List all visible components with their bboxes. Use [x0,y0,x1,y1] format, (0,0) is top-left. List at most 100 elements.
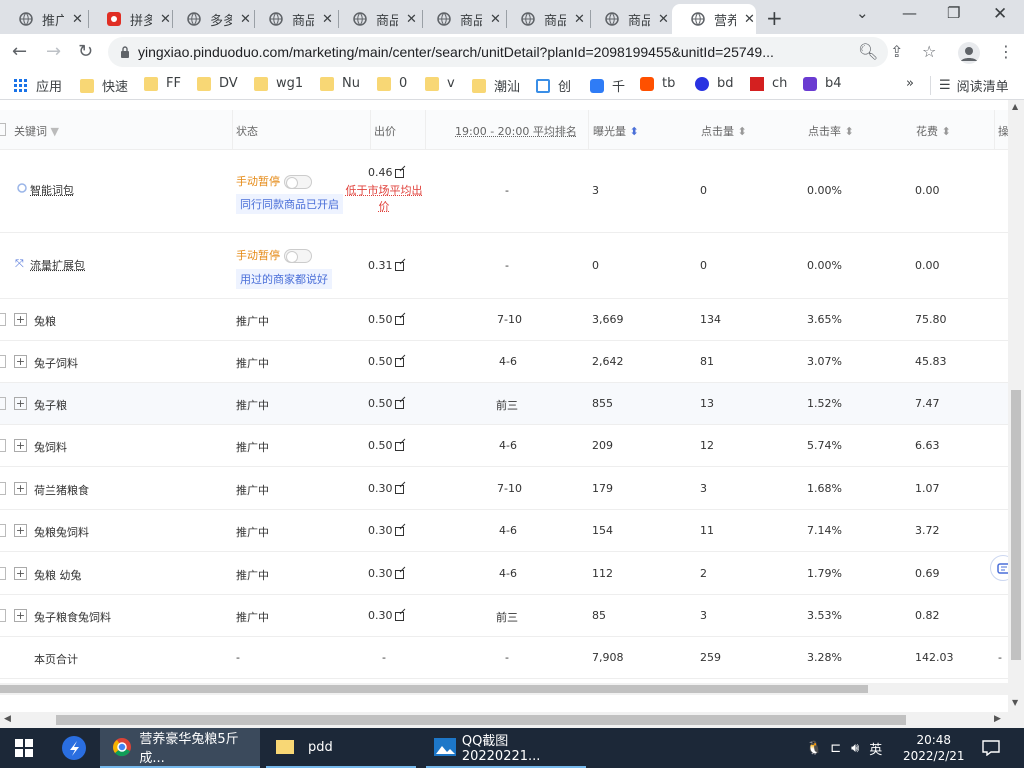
reading-list-button[interactable]: ☰ 阅读清单 [930,76,1009,95]
reload-button[interactable]: ↻ [78,41,93,62]
row-checkbox[interactable] [0,397,6,410]
status-toggle[interactable] [284,249,312,263]
browser-tab-4[interactable]: 商品 ✕ [250,4,334,34]
sort-icon[interactable]: ⬍ [738,125,747,138]
restore-button[interactable]: ❐ [947,4,960,22]
expand-button[interactable]: + [14,482,27,495]
back-button[interactable]: ← [12,41,27,62]
scroll-up-arrow-icon[interactable]: ▲ [1012,102,1018,111]
network-icon[interactable]: ⊏ [830,741,841,756]
header-cost[interactable]: 花费 ⬍ [916,123,951,139]
close-icon[interactable]: ✕ [72,12,83,27]
expand-button[interactable]: + [14,397,27,410]
row-checkbox[interactable] [0,439,6,452]
expand-button[interactable]: + [14,355,27,368]
edit-icon[interactable] [394,526,404,536]
bid-cell[interactable]: 0.46 [368,166,404,179]
row-checkbox[interactable] [0,313,6,326]
browser-tab-3[interactable]: 多多 ✕ [168,4,252,34]
browser-tab-7[interactable]: 商品 ✕ [502,4,586,34]
status-toggle[interactable] [284,175,312,189]
table-row[interactable]: + 兔子粮 推广中 0.50 前三 855 13 1.52% 7.47 [0,383,1008,425]
bookmark-folder[interactable]: v [425,76,455,91]
filter-icon[interactable]: ▼ [51,125,59,138]
browser-tab-1[interactable]: 推广 ✕ [0,4,84,34]
close-icon[interactable]: ✕ [744,12,755,27]
browser-tab-active[interactable]: 营养 ✕ [672,4,756,34]
bookmark-link[interactable]: b4 [803,76,842,91]
table-row[interactable]: + 兔粮兔饲料 推广中 0.30 4-6 154 11 7.14% 3.72 [0,510,1008,552]
header-impressions[interactable]: 曝光量 ⬍ [593,123,639,139]
expand-button[interactable]: + [14,567,27,580]
browser-tab-6[interactable]: 商品 ✕ [418,4,502,34]
forward-button[interactable]: → [46,41,61,62]
keyword-text[interactable]: 流量扩展包 [30,257,85,273]
bookmark-link[interactable]: 创 [536,76,571,95]
profile-avatar-icon[interactable] [958,42,980,68]
keyword-text[interactable]: 智能词包 [30,182,74,198]
minimize-button[interactable]: — [902,4,917,22]
bid-cell[interactable]: 0.30 [368,482,404,495]
bookmark-folder[interactable]: FF [144,76,181,91]
edit-icon[interactable] [394,484,404,494]
bookmark-apps[interactable]: 应用 [14,76,62,95]
row-checkbox[interactable] [0,482,6,495]
table-row[interactable]: + 荷兰猪粮食 推广中 0.30 7-10 179 3 1.68% 1.07 [0,467,1008,510]
close-icon[interactable]: ✕ [574,12,585,27]
star-icon[interactable]: ☆ [922,42,936,61]
share-icon[interactable]: ⇪ [890,42,903,61]
edit-icon[interactable] [394,569,404,579]
edit-icon[interactable] [394,399,404,409]
close-icon[interactable]: ✕ [322,12,333,27]
table-row[interactable]: + 兔子饲料 推广中 0.50 4-6 2,642 81 3.07% 45.83 [0,341,1008,383]
tab-search-icon[interactable]: ⌄ [856,4,869,22]
bid-cell[interactable]: 0.50 [368,355,404,368]
row-checkbox[interactable] [0,567,6,580]
page-vertical-scrollbar[interactable]: ▲ ▼ [1008,100,1024,712]
close-window-button[interactable]: ✕ [993,4,1007,24]
edit-icon[interactable] [394,357,404,367]
browser-tab-2[interactable]: 拼多 ✕ [88,4,172,34]
header-ctr[interactable]: 点击率 ⬍ [808,123,854,139]
zoom-icon[interactable]: 🔍︎ [858,42,878,61]
bid-cell[interactable]: 0.30 [368,567,404,580]
edit-icon[interactable] [394,441,404,451]
row-checkbox[interactable] [0,355,6,368]
edit-icon[interactable] [394,261,404,271]
scroll-down-arrow-icon[interactable]: ▼ [1012,698,1018,707]
row-checkbox[interactable] [0,609,6,622]
bookmark-folder[interactable]: DV [197,76,238,91]
taskbar-chrome-window[interactable]: 营养豪华兔粮5斤成... [100,728,260,768]
sort-icon[interactable]: ⬍ [630,125,639,138]
system-clock[interactable]: 20:48 2022/2/21 [903,728,965,768]
expand-button[interactable]: + [14,524,27,537]
select-all-checkbox[interactable] [0,123,6,136]
notification-center-icon[interactable] [982,728,1000,768]
row-checkbox[interactable] [0,524,6,537]
table-row[interactable]: + 兔饲料 推广中 0.50 4-6 209 12 5.74% 6.63 [0,425,1008,467]
qq-icon[interactable]: 🐧 [806,741,822,756]
bookmark-folder[interactable]: wg1 [254,76,303,91]
bid-cell[interactable]: 0.50 [368,397,404,410]
chat-support-icon[interactable] [990,555,1008,581]
bid-cell[interactable]: 0.50 [368,439,404,452]
edit-icon[interactable] [394,611,404,621]
bid-cell[interactable]: 0.31 [368,259,404,272]
edit-icon[interactable] [394,315,404,325]
menu-icon[interactable]: ⋮ [998,42,1014,61]
table-row[interactable]: + 兔子粮食兔饲料 推广中 0.30 前三 85 3 3.53% 0.82 [0,595,1008,637]
new-tab-button[interactable]: + [766,6,783,30]
bid-cell[interactable]: 0.30 [368,524,404,537]
table-row[interactable]: + 兔粮 幼兔 推广中 0.30 4-6 112 2 1.79% 0.69 [0,552,1008,595]
bid-cell[interactable]: 0.50 [368,313,404,326]
header-clicks[interactable]: 点击量 ⬍ [701,123,747,139]
table-horizontal-scrollbar[interactable] [0,683,1008,695]
table-scroll-thumb[interactable] [0,685,868,693]
start-button[interactable] [0,728,48,768]
bookmark-folder[interactable]: 0 [377,76,407,91]
bookmark-folder[interactable]: 潮汕 [472,76,520,95]
scroll-right-arrow-icon[interactable]: ▶ [994,714,1001,724]
browser-tab-5[interactable]: 商品 ✕ [334,4,418,34]
bookmark-folder[interactable]: 快速 [80,76,128,95]
page-scroll-thumb[interactable] [1011,390,1021,660]
